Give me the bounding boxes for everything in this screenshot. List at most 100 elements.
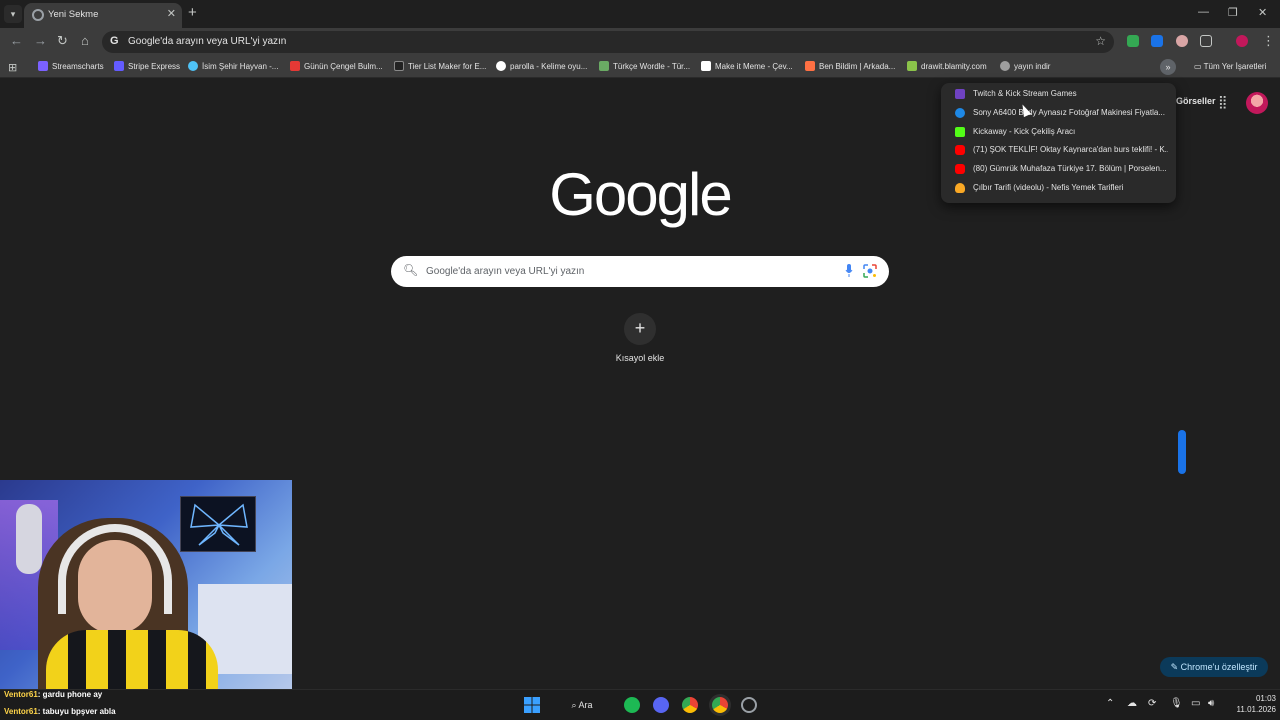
tab-search-button[interactable]: ▾ [4, 5, 22, 23]
google-apps-icon[interactable]: ⣿ [1218, 94, 1228, 110]
forward-arrow-icon[interactable]: → [34, 34, 47, 48]
bookmark-favicon-icon [955, 127, 965, 137]
checkmark-favicon-icon [955, 108, 965, 118]
add-shortcut-button[interactable]: + [624, 313, 656, 345]
menu-item[interactable]: (71) ŞOK TEKLİF! Oktay Kaynarca'dan burs… [941, 141, 1176, 159]
search-icon: ⌕ [571, 700, 579, 710]
all-bookmarks-folder[interactable]: ▭ Tüm Yer İşaretleri [1194, 60, 1266, 74]
menu-item[interactable]: (80) Gümrük Muhafaza Türkiye 17. Bölüm |… [941, 160, 1176, 178]
account-avatar[interactable] [1246, 92, 1268, 114]
flame-favicon-icon [955, 183, 965, 193]
bookmark-item[interactable]: drawit.blamity.com [907, 60, 987, 74]
minimize-button[interactable]: — [1198, 6, 1209, 18]
apps-grid-icon[interactable]: ⊞ [8, 61, 17, 74]
chrome-icon[interactable] [682, 697, 698, 713]
search-icon: 🔍︎ [403, 263, 419, 277]
bookmark-favicon-icon [907, 61, 917, 71]
browser-toolbar: ← → ↻ ⌂ G Google'da arayın veya URL'yi y… [0, 28, 1280, 56]
chrome-active-icon[interactable] [712, 697, 728, 713]
wave-extension-icon[interactable] [1151, 35, 1163, 47]
bookmarks-bar: ⊞ Streamscharts Stripe Express İsim Şehi… [0, 56, 1280, 78]
images-link[interactable]: Görseller [1176, 96, 1216, 106]
address-bar[interactable]: G Google'da arayın veya URL'yi yazın ☆ [102, 31, 1114, 53]
chat-message: Ventor61: gardu phone ay [4, 690, 103, 699]
app-icon[interactable] [741, 697, 757, 713]
onedrive-icon[interactable]: ☁ [1127, 698, 1137, 709]
menu-item[interactable]: Kickaway - Kick Çekiliş Aracı [941, 123, 1176, 141]
tab-close-icon[interactable]: ✕ [167, 7, 176, 20]
webcam-microphone [16, 504, 42, 574]
tab-new-tab[interactable]: Yeni Sekme ✕ [24, 3, 182, 28]
add-shortcut-label: Kısayol ekle [615, 353, 665, 363]
pencil-icon: ✎ [1170, 662, 1181, 672]
bookmark-favicon-icon [805, 61, 815, 71]
address-bar-text: Google'da arayın veya URL'yi yazın [128, 36, 287, 47]
bookmark-item[interactable]: İsim Şehir Hayvan -... [188, 60, 278, 74]
bookmark-favicon-icon [599, 61, 609, 71]
bookmark-item[interactable]: Make it Meme - Çev... [701, 60, 793, 74]
folder-icon: ▭ [1194, 62, 1204, 71]
menu-item[interactable]: Sony A6400 Body Aynasız Fotoğraf Makines… [941, 104, 1176, 122]
bookmark-item[interactable]: Türkçe Wordle - Tür... [599, 60, 690, 74]
customize-chrome-button[interactable]: ✎ Chrome'u özelleştir [1160, 657, 1268, 677]
restore-button[interactable]: ❐ [1228, 6, 1238, 19]
bookmark-star-icon[interactable]: ☆ [1095, 34, 1106, 48]
taskbar-clock[interactable]: 01:03 11.01.2026 [1226, 693, 1276, 715]
microphone-icon[interactable] [845, 264, 853, 277]
bookmark-favicon-icon [701, 61, 711, 71]
profile-avatar-icon[interactable] [1236, 35, 1248, 47]
google-logo: Google [549, 161, 732, 228]
chat-message: Ventor61: tabuyu bpşver abla [4, 707, 116, 716]
google-lens-icon[interactable] [863, 264, 877, 278]
tab-strip: ▾ Yeni Sekme ✕ + — ❐ ✕ [0, 0, 1280, 28]
spotify-icon[interactable] [624, 697, 640, 713]
webcam-person-shirt [46, 630, 218, 695]
bookmark-item[interactable]: Tier List Maker for E... [394, 60, 486, 74]
extension-avatar-icon[interactable] [1176, 35, 1188, 47]
home-icon[interactable]: ⌂ [81, 34, 89, 48]
bookmark-favicon-icon [188, 61, 198, 71]
chrome-favicon-icon [32, 9, 44, 21]
bookmark-favicon-icon [394, 61, 404, 71]
bookmark-item[interactable]: parolla - Kelime oyu... [496, 60, 587, 74]
back-arrow-icon[interactable]: ← [10, 34, 23, 48]
menu-dots-icon[interactable]: ⋮ [1262, 34, 1275, 48]
menu-item[interactable]: Çılbır Tarifi (videolu) - Nefis Yemek Ta… [941, 179, 1176, 197]
search-box[interactable]: 🔍︎ Google'da arayın veya URL'yi yazın [391, 256, 889, 287]
close-window-button[interactable]: ✕ [1258, 6, 1267, 19]
clock-date: 11.01.2026 [1236, 705, 1276, 714]
discord-icon[interactable] [653, 697, 669, 713]
bookmark-item[interactable]: Stripe Express [114, 60, 180, 74]
sync-icon[interactable]: ⟳ [1148, 698, 1156, 709]
search-input[interactable]: Google'da arayın veya URL'yi yazın [426, 266, 584, 277]
shield-extension-icon[interactable] [1127, 35, 1139, 47]
bookmark-item[interactable]: Ben Bildim | Arkada... [805, 60, 895, 74]
new-tab-button[interactable]: + [188, 5, 197, 21]
webcam-butterfly-frame [180, 496, 256, 552]
tray-chevron-icon[interactable]: ⌃ [1106, 698, 1114, 709]
butterfly-icon [190, 503, 248, 546]
bookmark-favicon-icon [955, 89, 965, 99]
bookmark-item[interactable]: Günün Çengel Bulm... [290, 60, 383, 74]
clock-time: 01:03 [1255, 694, 1276, 703]
bookmark-item[interactable]: yayın indir [1000, 60, 1050, 74]
display-icon[interactable]: ▭ [1191, 698, 1200, 709]
webcam-overlay [0, 480, 292, 695]
bookmark-favicon-icon [290, 61, 300, 71]
reload-icon[interactable]: ↻ [57, 34, 68, 48]
bookmark-item[interactable]: Streamscharts [38, 60, 104, 74]
youtube-icon [955, 164, 965, 174]
youtube-icon [955, 145, 965, 155]
menu-item[interactable]: Twitch & Kick Stream Games [941, 85, 1176, 103]
taskbar-search-button[interactable]: ⌕ Ara [560, 696, 604, 714]
volume-icon[interactable]: 🔊︎ [1208, 698, 1214, 709]
windows-taskbar: ⌕ Ara ⌃ ☁ ⟳ 🎙︎ ▭ 🔊︎ 01:03 11.01.2026 [0, 689, 1280, 720]
bookmark-favicon-icon [496, 61, 506, 71]
windows-start-icon[interactable] [524, 697, 540, 713]
microphone-tray-icon[interactable]: 🎙︎ [1170, 698, 1183, 709]
tab-title: Yeni Sekme [48, 9, 99, 20]
bookmarks-overflow-button[interactable]: » [1160, 59, 1176, 75]
bookmarks-overflow-menu: Twitch & Kick Stream Games Sony A6400 Bo… [941, 83, 1176, 203]
side-indicator [1178, 430, 1186, 474]
puzzle-extensions-icon[interactable] [1200, 35, 1212, 47]
